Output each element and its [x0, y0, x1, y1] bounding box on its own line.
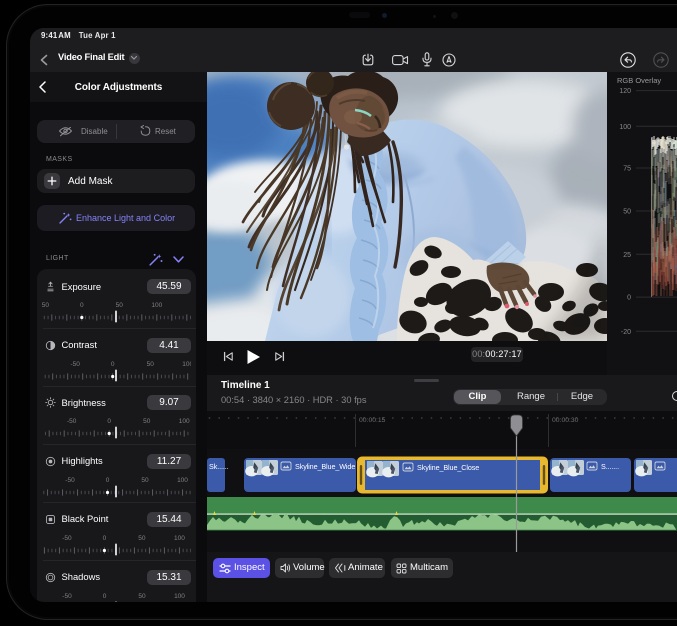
svg-text:00:00:15: 00:00:15 — [359, 417, 386, 424]
svg-text:100: 100 — [151, 302, 162, 309]
svg-text:100: 100 — [179, 418, 190, 425]
svg-text:Skyline_Blue_Wide: Skyline_Blue_Wide — [295, 462, 355, 471]
svg-text:-50: -50 — [65, 477, 75, 484]
svg-text:0: 0 — [106, 477, 110, 484]
svg-text:0: 0 — [111, 361, 115, 368]
svg-text:50: 50 — [116, 302, 124, 309]
svg-text:00:00:30: 00:00:30 — [552, 417, 579, 424]
svg-text:100: 100 — [174, 593, 185, 600]
svg-text:RGB Overlay: RGB Overlay — [617, 76, 661, 85]
svg-text:-50: -50 — [62, 535, 72, 542]
svg-text:-20: -20 — [621, 329, 631, 336]
svg-text:100: 100 — [177, 477, 188, 484]
svg-text:Sk......: Sk...... — [209, 462, 229, 471]
svg-text:0: 0 — [107, 418, 111, 425]
svg-text:-50: -50 — [62, 593, 72, 600]
svg-text:0: 0 — [103, 593, 107, 600]
svg-text:S.......: S....... — [601, 462, 619, 471]
svg-text:120: 120 — [619, 88, 631, 95]
svg-text:100: 100 — [174, 535, 185, 542]
svg-text:50: 50 — [623, 209, 631, 216]
svg-text:0: 0 — [103, 535, 107, 542]
svg-text:50: 50 — [143, 418, 151, 425]
svg-text:100: 100 — [182, 361, 191, 368]
svg-text:-50: -50 — [67, 418, 77, 425]
svg-text:50: 50 — [138, 593, 146, 600]
svg-text:50: 50 — [138, 535, 146, 542]
svg-text:-50: -50 — [70, 361, 80, 368]
svg-text:-50: -50 — [42, 302, 49, 309]
svg-text:0: 0 — [80, 302, 84, 309]
svg-text:Skyline_Blue_Close: Skyline_Blue_Close — [417, 463, 479, 472]
svg-text:100: 100 — [619, 124, 631, 131]
svg-text:50: 50 — [147, 361, 155, 368]
svg-text:50: 50 — [141, 477, 149, 484]
svg-text:0: 0 — [627, 295, 631, 302]
svg-text:75: 75 — [623, 166, 631, 173]
svg-text:25: 25 — [623, 252, 631, 259]
